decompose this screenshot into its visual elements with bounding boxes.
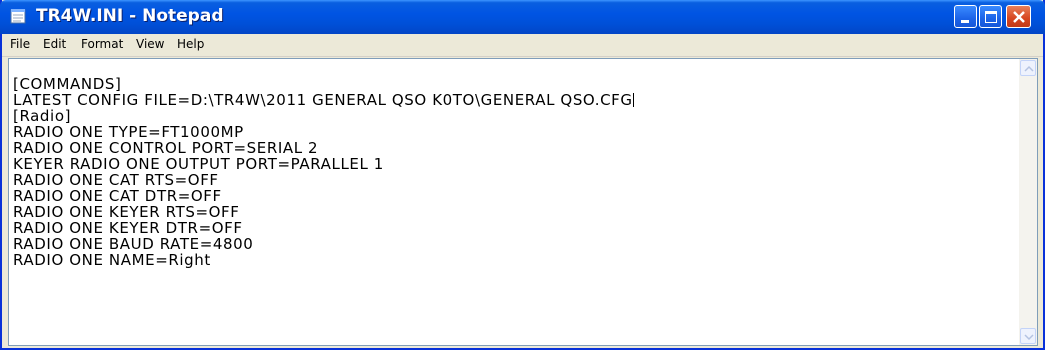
- text-line: RADIO ONE CONTROL PORT=SERIAL 2: [13, 139, 319, 157]
- title-bar[interactable]: TR4W.INI - Notepad: [0, 0, 1045, 34]
- menu-help[interactable]: Help: [177, 37, 204, 51]
- menu-file[interactable]: File: [10, 37, 30, 51]
- text-line-current: LATEST CONFIG FILE=D:\TR4W\2011 GENERAL …: [13, 92, 1013, 108]
- menu-format[interactable]: Format: [81, 37, 123, 51]
- vertical-scrollbar[interactable]: [1019, 59, 1037, 345]
- close-button[interactable]: [1006, 5, 1031, 28]
- minimize-icon: [961, 20, 969, 23]
- text-line: RADIO ONE BAUD RATE=4800: [13, 235, 254, 253]
- text-content[interactable]: [COMMANDS] LATEST CONFIG FILE=D:\TR4W\201…: [13, 60, 1013, 342]
- text-line: KEYER RADIO ONE OUTPUT PORT=PARALLEL 1: [13, 155, 384, 173]
- notepad-icon: [10, 8, 28, 24]
- notepad-window: TR4W.INI - Notepad File Edit Format View…: [0, 0, 1045, 350]
- text-line: [COMMANDS]: [13, 75, 122, 93]
- text-editor[interactable]: [COMMANDS] LATEST CONFIG FILE=D:\TR4W\201…: [8, 58, 1038, 346]
- text-line: [Radio]: [13, 107, 72, 125]
- minimize-button[interactable]: [954, 5, 977, 28]
- maximize-icon: [985, 11, 997, 23]
- maximize-button[interactable]: [979, 5, 1002, 28]
- scroll-up-button[interactable]: [1020, 60, 1036, 76]
- text-line: RADIO ONE CAT DTR=OFF: [13, 187, 222, 205]
- text-line: RADIO ONE CAT RTS=OFF: [13, 171, 219, 189]
- menu-bar: File Edit Format View Help: [2, 34, 1043, 57]
- text-line: RADIO ONE KEYER DTR=OFF: [13, 219, 243, 237]
- text-line: RADIO ONE TYPE=FT1000MP: [13, 123, 244, 141]
- close-icon: [1013, 11, 1025, 23]
- text-caret: [632, 93, 634, 107]
- menu-view[interactable]: View: [136, 37, 164, 51]
- menu-edit[interactable]: Edit: [43, 37, 66, 51]
- chevron-down-icon: [1024, 334, 1034, 341]
- text-line: RADIO ONE KEYER RTS=OFF: [13, 203, 240, 221]
- text-line: LATEST CONFIG FILE=D:\TR4W\2011 GENERAL …: [13, 91, 633, 109]
- text-line: RADIO ONE NAME=Right: [13, 251, 211, 269]
- window-title: TR4W.INI - Notepad: [36, 6, 224, 26]
- scroll-down-button[interactable]: [1020, 328, 1036, 344]
- chevron-up-icon: [1024, 65, 1034, 72]
